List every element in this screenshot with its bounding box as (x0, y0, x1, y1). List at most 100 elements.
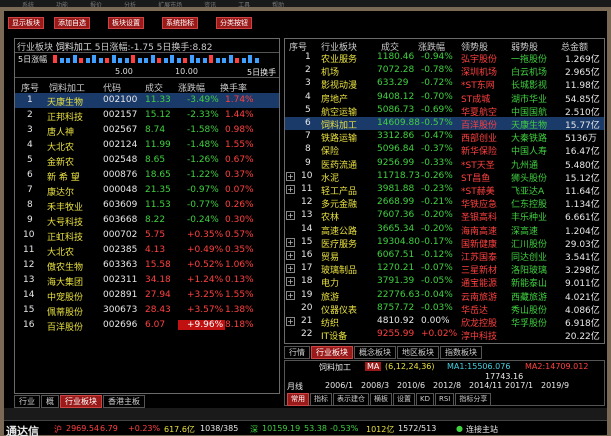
table-row[interactable]: 1 天康生物 002100 11.33 -3.49% 1.74% (15, 93, 279, 108)
row-no: 16 (23, 320, 35, 330)
table-row[interactable]: 4 大北农 002124 11.99 -1.48% 1.55% (15, 138, 279, 153)
row-no: 16 (301, 250, 313, 260)
row-code: 002311 (103, 275, 138, 285)
row-name: 高速公路 (321, 226, 358, 237)
table-row[interactable]: +15 医疗服务 19304.80 -0.17% 国新健康 汇川股份 29.03亿 (285, 236, 604, 250)
table-row[interactable]: 7 铁路运输 3312.86 -0.47% 西部创业 大秦铁路 5136万 (285, 130, 604, 145)
sz-index-name[interactable]: 深 (250, 424, 258, 435)
table-row[interactable]: 8 保险 5096.84 -0.37% 新华保险 中国人寿 16.47亿 (285, 143, 604, 157)
table-row[interactable]: +21 纺织 4810.92 0.00% 欣龙控股 华孚股份 6.918亿 (285, 315, 604, 329)
table-row[interactable]: 12 傲农生物 603363 15.58 +0.52% 1.06% (15, 258, 279, 273)
table-row[interactable]: +16 贸易 6067.51 -0.12% 江苏国泰 同达创业 3.541亿 (285, 249, 604, 263)
table-row[interactable]: 11 大北农 002385 4.13 +0.49% 0.35% (15, 243, 279, 258)
table-row[interactable]: 1 农业服务 1180.46 -0.94% 弘宇股份 一拖股份 1.269亿 (285, 51, 604, 65)
table-row[interactable]: 14 高速公路 3665.34 -0.20% 海南高速 深高速 1.204亿 (285, 223, 604, 237)
show-sector-button[interactable]: 显示板块 (8, 17, 44, 29)
table-row[interactable]: +10 水泥 11718.73 -0.26% ST昌鱼 狮头股份 15.12亿 (285, 170, 604, 184)
add-favorite-button[interactable]: 添加自选 (54, 17, 90, 29)
table-row[interactable]: +18 电力 3791.39 -0.05% 通宝能源 新能泰山 9.011亿 (285, 275, 604, 290)
kline-tab[interactable]: KD (416, 393, 434, 406)
table-row[interactable]: 16 百洋股份 002696 6.07 +9.96% 8.18% (15, 318, 279, 333)
table-row[interactable]: 4 房地产 9408.12 -0.70% ST成城 湖市华业 54.85亿 (285, 91, 604, 105)
right-tab[interactable]: 概念板块 (354, 346, 396, 359)
table-row[interactable]: +13 农林 7607.36 -0.20% 圣银高科 丰乐种业 6.661亿 (285, 209, 604, 223)
table-row[interactable]: 8 禾丰牧业 603609 11.53 -0.77% 0.26% (15, 198, 279, 213)
left-tab[interactable]: 香港主板 (103, 395, 145, 408)
sh-index-name[interactable]: 沪 (54, 424, 62, 435)
table-row[interactable]: 13 海大集团 002311 34.18 +1.24% 0.13% (15, 273, 279, 288)
table-row[interactable]: 3 唐人神 002567 8.74 -1.58% 0.98% (15, 123, 279, 138)
expand-icon[interactable]: + (286, 290, 295, 300)
kline-tab[interactable]: 横板 (370, 393, 392, 406)
expand-icon[interactable]: + (286, 237, 295, 247)
axis-mid-label: 10.00 (175, 67, 198, 76)
table-row[interactable]: 22 IT设备 9255.99 +0.02% 淳中科技 20.22亿 (285, 328, 604, 343)
table-row[interactable]: 2 机场 7072.28 -0.78% 深圳机场 白云机场 2.965亿 (285, 64, 604, 78)
connection-status[interactable]: 连接主站 (466, 424, 498, 435)
expand-icon[interactable]: + (286, 317, 295, 326)
table-row[interactable]: 5 金新农 002548 8.65 -1.26% 0.67% (15, 153, 279, 168)
row-amount: 5136万 (565, 134, 597, 145)
row-change: -0.07% (421, 263, 453, 274)
left-tab[interactable]: 行业板块 (60, 395, 102, 408)
left-tab[interactable]: 行业 (14, 395, 40, 408)
kline-tab[interactable]: 常用 (287, 393, 309, 406)
right-tab[interactable]: 行业板块 (311, 346, 353, 359)
expand-icon[interactable]: + (286, 185, 295, 194)
row-amount: 54.85亿 (565, 94, 600, 105)
table-row[interactable]: 14 中宠股份 002891 27.94 +3.25% 1.55% (15, 288, 279, 303)
table-row[interactable]: 9 医药流通 9256.99 -0.33% *ST天圣 九州通 5.480亿 (285, 157, 604, 171)
row-name: 房地产 (321, 94, 349, 105)
row-turnover: 0.30% (225, 215, 254, 225)
row-amount: 9.011亿 (565, 279, 600, 290)
kline-period[interactable]: 月线 (287, 381, 303, 392)
ma-label[interactable]: MA (365, 362, 382, 371)
right-tab[interactable]: 行情 (284, 346, 310, 359)
left-sector-pane: 行业板块 饲料加工 5日涨幅:-1.75 5日换手:8.82 5日涨幅 5.00… (14, 38, 280, 394)
row-change: 0.00% (421, 316, 450, 326)
table-row[interactable]: 3 影视动漫 633.29 -0.72% *ST东网 长城影视 11.98亿 (285, 77, 604, 91)
row-lead: 欣龙控股 (461, 319, 498, 329)
category-button[interactable]: 分类按钮 (216, 17, 252, 29)
table-row[interactable]: 10 正虹科技 000702 5.75 +0.35% 0.57% (15, 228, 279, 243)
table-row[interactable]: +19 旅游 22776.63 -0.04% 云南旅游 西藏旅游 4.021亿 (285, 289, 604, 303)
kline-tab[interactable]: 指标分享 (455, 393, 492, 406)
row-change: -1.26% (187, 155, 219, 165)
table-row[interactable]: 7 康达尔 000048 21.35 -0.97% 0.07% (15, 183, 279, 198)
row-lead: 三星新材 (461, 266, 498, 277)
table-row[interactable]: 12 多元金融 2668.99 -0.21% 华铁应急 仁东控股 1.134亿 (285, 196, 604, 210)
kline-tab[interactable]: 表示建仓 (333, 393, 369, 406)
kline-tab[interactable]: RSI (434, 393, 455, 406)
row-name: 航空运输 (321, 107, 358, 118)
table-row[interactable]: 2 正邦科技 002157 15.12 -2.33% 1.44% (15, 108, 279, 123)
expand-icon[interactable]: + (286, 171, 295, 181)
expand-icon[interactable]: + (286, 277, 295, 287)
system-indicator-button[interactable]: 系统指标 (162, 17, 198, 29)
row-price: 1180.46 (377, 52, 415, 62)
mini-bar (248, 55, 252, 63)
row-amount: 20.22亿 (565, 332, 600, 343)
table-row[interactable]: 9 大号科技 603668 8.22 -0.24% 0.30% (15, 213, 279, 228)
row-name: 海大集团 (47, 278, 84, 288)
sz-index-count: 1572/513 (398, 424, 437, 433)
right-tab[interactable]: 指数板块 (440, 346, 482, 359)
table-row[interactable]: +11 轻工产品 3981.88 -0.23% *ST赫美 飞亚达A 11.64亿 (285, 183, 604, 197)
kline-tab[interactable]: 设置 (393, 393, 415, 406)
mini-bar (176, 58, 181, 63)
row-no: 1 (27, 95, 33, 105)
mini-bar (72, 55, 77, 63)
table-row[interactable]: 5 航空运输 5086.73 -0.69% 华夏航空 中国国航 2.510亿 (285, 104, 604, 118)
table-row[interactable]: 6 新 希 望 000876 18.65 -1.22% 0.37% (15, 168, 279, 183)
sector-settings-button[interactable]: 板块设置 (108, 17, 144, 29)
right-tab[interactable]: 地区板块 (397, 346, 439, 359)
table-row[interactable]: 15 佩蒂股份 300673 28.43 +3.57% 1.38% (15, 303, 279, 318)
table-row[interactable]: 6 饲料加工 14609.88 -0.57% 百洋股份 天康生物 15.77亿 (285, 117, 604, 131)
expand-icon[interactable]: + (286, 211, 295, 221)
kline-tab[interactable]: 指标 (310, 393, 332, 406)
table-row[interactable]: 20 仪器仪表 8757.72 -0.03% 华岳达 秀山股份 4.086亿 (285, 302, 604, 316)
row-lead: 华夏航空 (461, 107, 498, 118)
expand-icon[interactable]: + (286, 264, 295, 274)
left-tab[interactable]: 概 (41, 395, 59, 408)
table-row[interactable]: +17 玻璃制品 1270.21 -0.07% 三星新材 洛阳玻璃 3.298亿 (285, 262, 604, 277)
expand-icon[interactable]: + (286, 251, 295, 260)
